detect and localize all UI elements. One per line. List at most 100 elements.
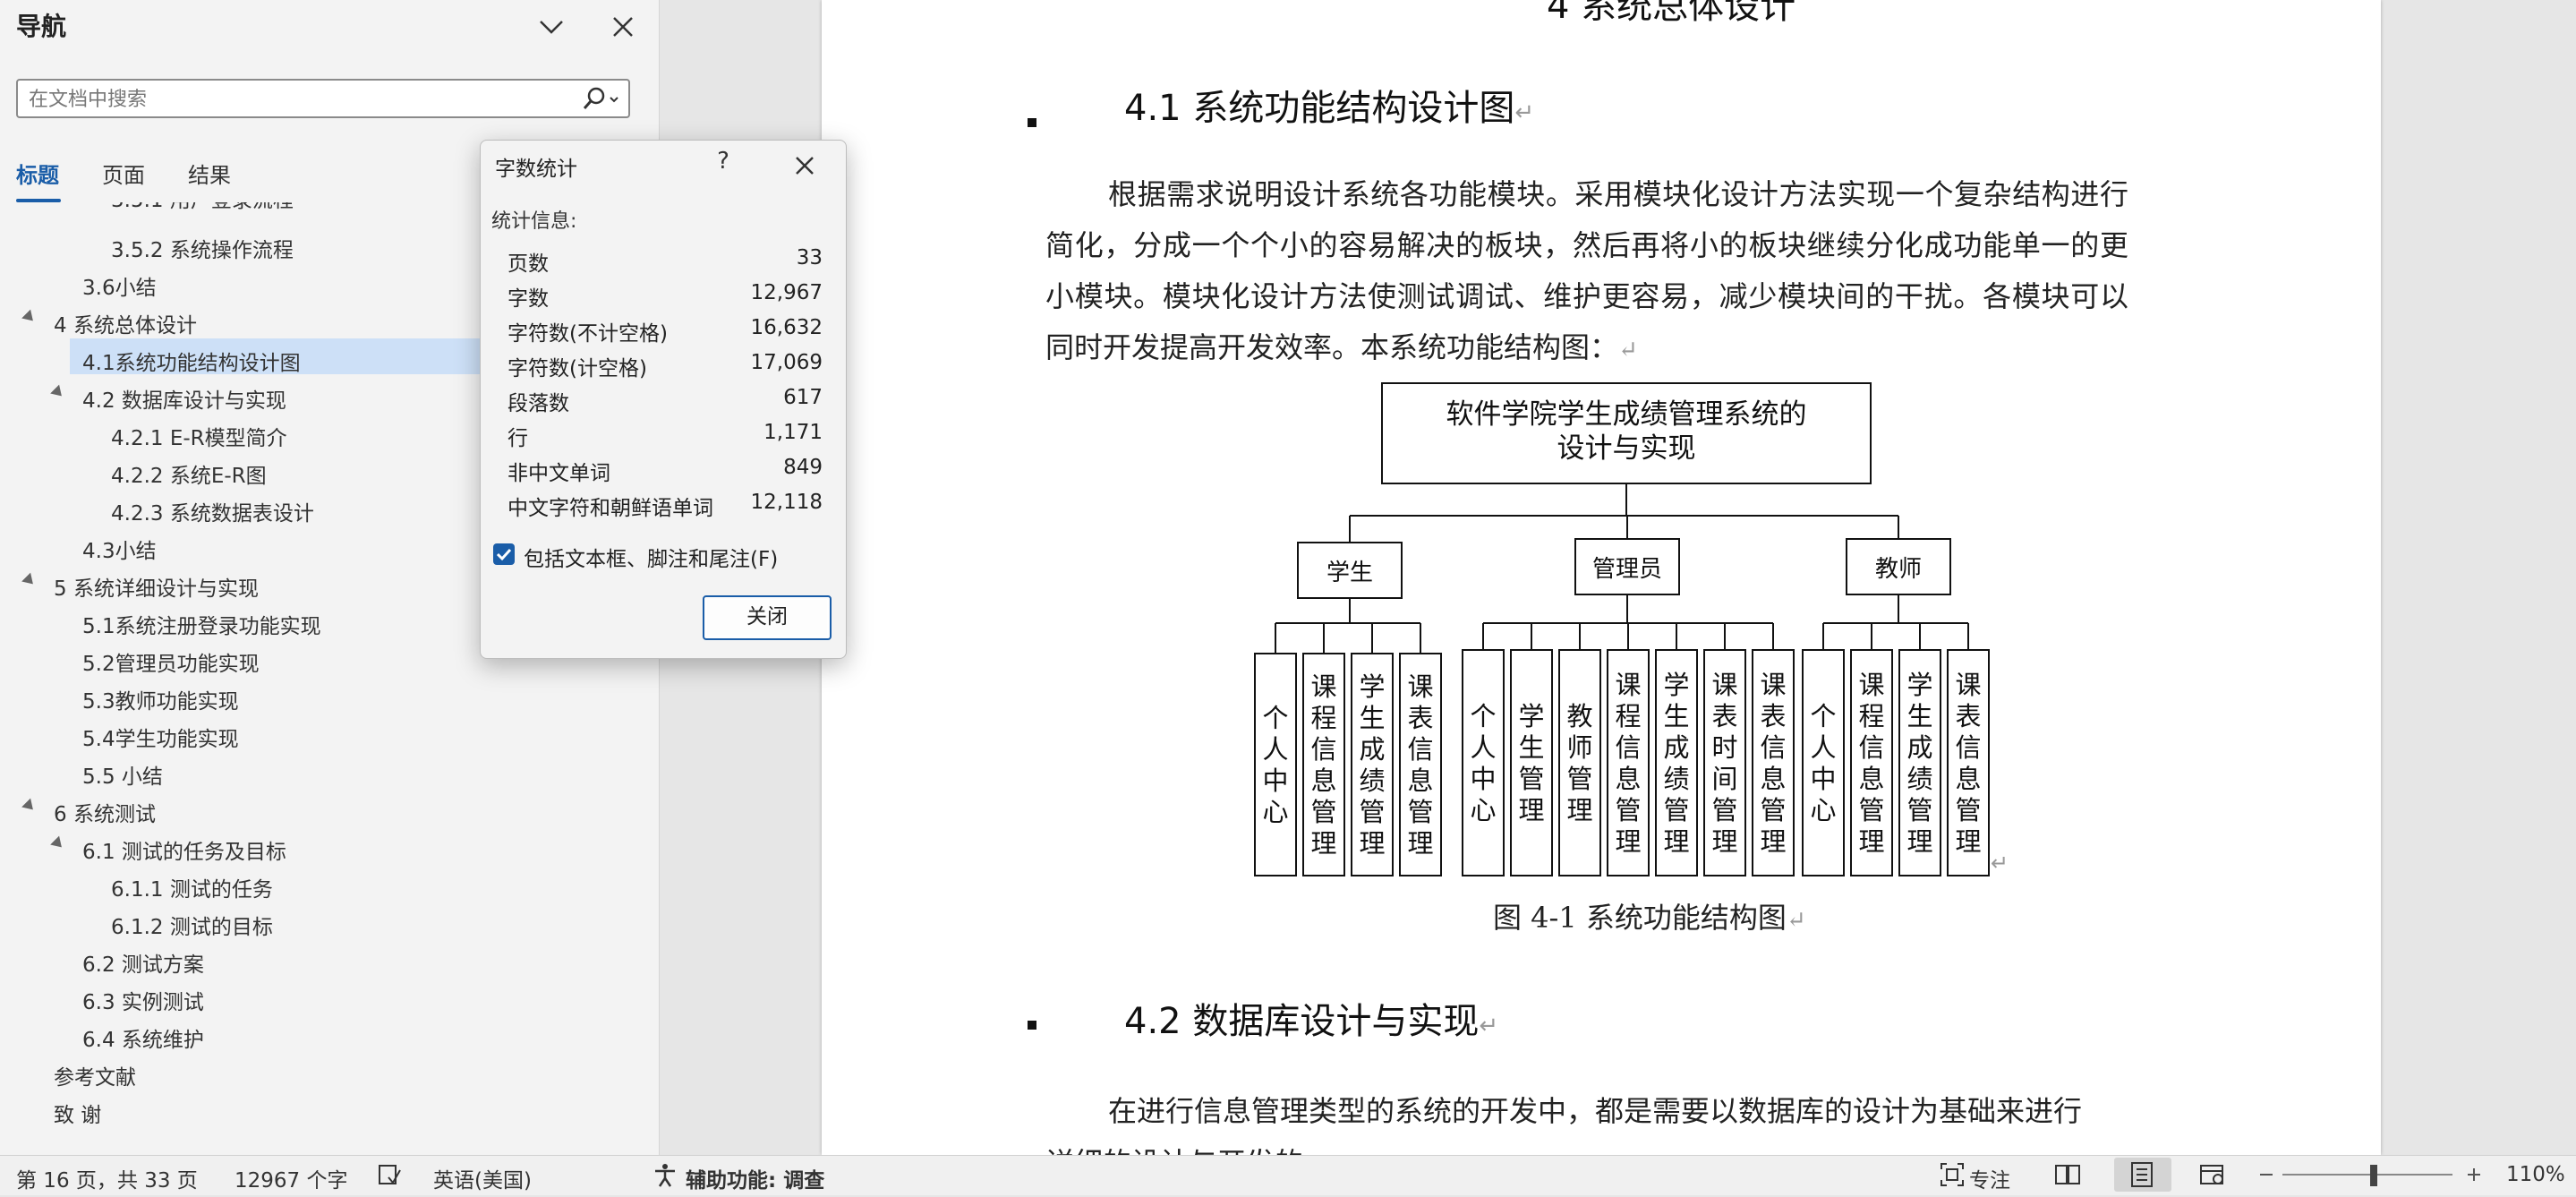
tab-pages[interactable]: 页面 bbox=[102, 158, 145, 189]
outline-item[interactable]: 6.1.1 测试的任务 bbox=[0, 865, 658, 902]
leaf-label: 课程信息管理 bbox=[1858, 670, 1884, 857]
outline-item[interactable]: 致 谢 bbox=[0, 1090, 658, 1127]
tab-headings[interactable]: 标题 bbox=[16, 158, 59, 189]
leaf-label: 学生成绩管理 bbox=[1359, 671, 1385, 859]
nav-title: 导航 bbox=[16, 12, 67, 41]
stat-row: 字数 12,967 bbox=[508, 281, 823, 313]
expand-triangle-icon[interactable] bbox=[21, 572, 38, 589]
outline-item-label: 5.2管理员功能实现 bbox=[82, 653, 260, 676]
search-icon[interactable] bbox=[576, 84, 623, 115]
document-page[interactable]: 4 系统总体设计 4.1 系统功能结构设计图↵ 根据需求说明设计系统各功能模块。… bbox=[822, 0, 2381, 1155]
outline-item-label: 4.2.1 E-R模型简介 bbox=[111, 427, 287, 450]
outline-item[interactable]: 5.3教师功能实现 bbox=[0, 677, 658, 714]
print-layout-icon[interactable] bbox=[2114, 1158, 2171, 1192]
outline-item[interactable]: 6.1.2 测试的目标 bbox=[0, 902, 658, 939]
heading-4-2: 4.2 数据库设计与实现↵ bbox=[1124, 1001, 1499, 1042]
stat-label: 中文字符和朝鲜语单词 bbox=[508, 497, 713, 520]
outline-item-label: 5.1系统注册登录功能实现 bbox=[82, 615, 321, 638]
outline-item-label: 4.3小结 bbox=[82, 540, 157, 563]
expand-triangle-icon[interactable] bbox=[50, 835, 66, 852]
search-input[interactable] bbox=[27, 84, 567, 115]
outline-item-label: 6.2 测试方案 bbox=[82, 953, 204, 977]
zoom-level[interactable]: 110% bbox=[2506, 1163, 2565, 1186]
outline-item-label: 4.2.2 系统E-R图 bbox=[111, 465, 267, 488]
close-icon[interactable] bbox=[605, 9, 641, 45]
outline-item-label: 4.1系统功能结构设计图 bbox=[82, 352, 301, 375]
paragraph-mark: ↵ bbox=[1991, 851, 2009, 876]
stat-value: 16,632 bbox=[750, 316, 823, 339]
outline-item-label: 4.2 数据库设计与实现 bbox=[82, 389, 286, 413]
leaf-box bbox=[1510, 649, 1553, 876]
leaf-label: 个人中心 bbox=[1470, 701, 1496, 825]
outline-item[interactable]: 6.4 系统维护 bbox=[0, 1015, 658, 1052]
outline-item[interactable]: 参考文献 bbox=[0, 1053, 658, 1090]
outline-item-label: 3.5.1 用户登录流程 bbox=[111, 202, 294, 213]
zoom-in-icon[interactable] bbox=[2463, 1161, 2485, 1193]
leaf-label: 学生成绩管理 bbox=[1663, 670, 1689, 857]
stat-value: 1,171 bbox=[763, 421, 823, 444]
outline-item-label: 3.6小结 bbox=[82, 277, 157, 300]
status-bar: 第 16 页，共 33 页 12967 个字 英语(美国) 辅助功能: 调查 专… bbox=[0, 1155, 2576, 1195]
language[interactable]: 英语(美国) bbox=[433, 1163, 532, 1193]
zoom-slider-track[interactable] bbox=[2282, 1174, 2452, 1176]
stat-value: 12,967 bbox=[750, 281, 823, 304]
close-button[interactable]: 关闭 bbox=[703, 595, 832, 640]
tab-results[interactable]: 结果 bbox=[188, 158, 231, 189]
outline-item-label: 6.1 测试的任务及目标 bbox=[82, 841, 286, 864]
stat-value: 849 bbox=[783, 456, 823, 479]
leaf-box bbox=[1558, 649, 1601, 876]
figure-caption: 图 4-1 系统功能结构图↵ bbox=[1493, 901, 1806, 935]
focus-mode-label[interactable]: 专注 bbox=[1969, 1163, 2010, 1193]
outline-item-label: 6.1.2 测试的目标 bbox=[111, 916, 273, 939]
read-mode-icon[interactable] bbox=[2053, 1161, 2082, 1193]
page-count[interactable]: 第 16 页，共 33 页 bbox=[16, 1163, 198, 1193]
group-label: 学生 bbox=[1326, 560, 1373, 586]
outline-item-label: 5.5 小结 bbox=[82, 765, 163, 789]
leaf-label: 课表信息管理 bbox=[1760, 670, 1786, 857]
zoom-out-icon[interactable] bbox=[2256, 1161, 2277, 1193]
focus-icon[interactable] bbox=[1939, 1161, 1966, 1193]
leaf-label: 课程信息管理 bbox=[1310, 671, 1336, 859]
expand-triangle-icon[interactable] bbox=[50, 384, 66, 401]
checkbox-label[interactable]: 包括文本框、脚注和尾注(F) bbox=[524, 542, 778, 572]
outline-item-label: 6.4 系统维护 bbox=[82, 1029, 204, 1052]
leaf-label: 课表信息管理 bbox=[1955, 670, 1981, 857]
stat-row: 页数 33 bbox=[508, 246, 823, 278]
leaf-box bbox=[1802, 649, 1845, 876]
outline-item[interactable]: 6.1 测试的任务及目标 bbox=[0, 827, 658, 864]
expand-triangle-icon[interactable] bbox=[21, 309, 38, 326]
proofing-icon[interactable] bbox=[376, 1161, 403, 1193]
group-label: 管理员 bbox=[1592, 556, 1662, 583]
outline-item-label: 5 系统详细设计与实现 bbox=[54, 577, 259, 601]
leaf-label: 学生管理 bbox=[1518, 701, 1544, 825]
leaf-label: 课表时间管理 bbox=[1711, 670, 1737, 857]
leaf-label: 教师管理 bbox=[1566, 701, 1592, 825]
include-textboxes-checkbox[interactable] bbox=[493, 543, 515, 565]
outline-item-label: 4.2.3 系统数据表设计 bbox=[111, 502, 314, 526]
outline-item[interactable]: 5.4学生功能实现 bbox=[0, 714, 658, 751]
stat-row: 段落数 617 bbox=[508, 386, 823, 418]
zoom-slider-thumb[interactable] bbox=[2370, 1165, 2377, 1186]
outline-item[interactable]: 6.3 实例测试 bbox=[0, 978, 658, 1014]
outline-item[interactable]: 5.5 小结 bbox=[0, 752, 658, 789]
expand-triangle-icon[interactable] bbox=[21, 798, 38, 815]
stat-row: 行 1,171 bbox=[508, 421, 823, 453]
stat-value: 12,118 bbox=[750, 491, 823, 514]
outline-item[interactable]: 6 系统测试 bbox=[0, 790, 658, 826]
chevron-down-icon[interactable] bbox=[533, 9, 569, 45]
help-button[interactable]: ? bbox=[710, 148, 737, 175]
stat-label: 段落数 bbox=[508, 392, 569, 415]
stat-value: 33 bbox=[796, 246, 823, 269]
outline-item[interactable]: 6.2 测试方案 bbox=[0, 940, 658, 977]
accessibility-icon[interactable] bbox=[652, 1161, 678, 1193]
outline-item-label: 5.3教师功能实现 bbox=[82, 690, 239, 714]
statistics-label: 统计信息: bbox=[491, 210, 577, 233]
stat-row: 中文字符和朝鲜语单词 12,118 bbox=[508, 491, 823, 523]
nav-search-box bbox=[16, 79, 630, 118]
accessibility-status[interactable]: 辅助功能: 调查 bbox=[686, 1163, 824, 1193]
stat-value: 17,069 bbox=[750, 351, 823, 374]
close-icon[interactable] bbox=[787, 148, 823, 184]
dialog-title: 字数统计 bbox=[495, 158, 577, 181]
web-layout-icon[interactable] bbox=[2198, 1161, 2227, 1193]
word-count[interactable]: 12967 个字 bbox=[235, 1163, 347, 1193]
